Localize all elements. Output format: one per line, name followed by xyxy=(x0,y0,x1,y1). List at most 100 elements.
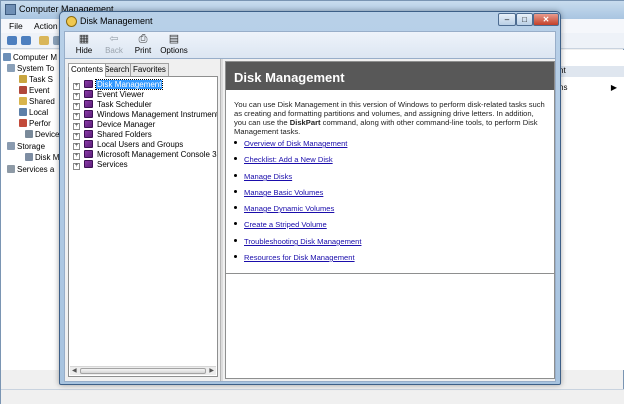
task-scheduler-icon xyxy=(19,75,27,83)
help-body: Contents Search Favorites + Disk Manageme… xyxy=(64,58,556,382)
expand-icon[interactable]: + xyxy=(73,123,80,130)
tree-item[interactable]: Shared xyxy=(19,97,55,108)
tree-item[interactable]: Services a xyxy=(7,165,54,176)
horizontal-scrollbar[interactable]: ◀ ▶ xyxy=(70,366,216,375)
link-manage-dynamic-volumes[interactable]: Manage Dynamic Volumes xyxy=(244,204,334,213)
tree-item-label: Microsoft Management Console 3.0 xyxy=(97,150,218,159)
help-window-title: Disk Management xyxy=(80,16,153,26)
tree-item-services[interactable]: + Services xyxy=(73,160,129,170)
diskpart-term: DiskPart xyxy=(289,118,321,127)
tree-item[interactable]: Device xyxy=(25,130,59,141)
help-icon xyxy=(66,16,77,27)
link-manage-basic-volumes[interactable]: Manage Basic Volumes xyxy=(244,188,323,197)
local-users-icon xyxy=(19,108,27,116)
close-button[interactable]: ✕ xyxy=(533,13,559,26)
printer-icon: ⎙ xyxy=(138,33,148,45)
tree-item[interactable]: System To xyxy=(7,64,54,75)
tree-item[interactable]: Local xyxy=(19,108,48,119)
list-item: Manage Dynamic Volumes xyxy=(234,204,334,214)
expand-icon[interactable]: + xyxy=(73,103,80,110)
options-button[interactable]: ▤ Options xyxy=(157,34,191,58)
shared-folders-icon xyxy=(19,97,27,105)
expand-icon[interactable]: + xyxy=(73,113,80,120)
computer-management-tree: Computer M System To Task S Event Shared… xyxy=(1,50,63,370)
link-create-striped-volume[interactable]: Create a Striped Volume xyxy=(244,220,327,229)
scroll-left-icon[interactable]: ◀ xyxy=(72,367,77,374)
tree-item[interactable]: Computer M xyxy=(3,53,57,64)
scroll-right-icon[interactable]: ▶ xyxy=(209,367,214,374)
book-icon xyxy=(84,80,93,88)
expand-icon[interactable]: + xyxy=(73,83,80,90)
event-viewer-icon xyxy=(19,86,27,94)
tree-item-shared-folders[interactable]: + Shared Folders xyxy=(73,130,153,140)
actions-header: nt xyxy=(557,66,624,77)
scroll-thumb[interactable] xyxy=(80,368,206,374)
expand-arrow-icon[interactable]: ▶ xyxy=(611,83,617,92)
disk-management-help-window: Disk Management – □ ✕ ▦ Hide ⇦ Back ⎙ Pr… xyxy=(59,11,561,385)
bullet-icon xyxy=(234,141,237,144)
minimize-button[interactable]: – xyxy=(498,13,516,26)
bullet-icon xyxy=(234,206,237,209)
tab-contents[interactable]: Contents xyxy=(68,63,107,77)
back-arrow-icon[interactable] xyxy=(7,36,17,45)
bullet-icon xyxy=(234,222,237,225)
back-arrow-icon: ⇦ xyxy=(109,33,119,45)
tree-item-label: Services xyxy=(97,160,128,169)
maximize-button[interactable]: □ xyxy=(516,13,533,26)
expand-icon[interactable]: + xyxy=(73,93,80,100)
disk-management-icon xyxy=(25,153,33,161)
tree-item-mmc[interactable]: + Microsoft Management Console 3.0 xyxy=(73,150,218,160)
tree-item-label: Local Users and Groups xyxy=(97,140,184,149)
book-icon xyxy=(84,150,93,158)
expand-icon[interactable]: + xyxy=(73,163,80,170)
device-manager-icon xyxy=(25,130,33,138)
list-item: Create a Striped Volume xyxy=(234,220,327,230)
pane-splitter[interactable] xyxy=(220,59,223,381)
link-troubleshooting[interactable]: Troubleshooting Disk Management xyxy=(244,237,361,246)
menu-file[interactable]: File xyxy=(9,21,23,31)
list-item: Troubleshooting Disk Management xyxy=(234,237,361,247)
tree-item[interactable]: Event xyxy=(19,86,49,97)
tree-item-device-manager[interactable]: + Device Manager xyxy=(73,120,156,130)
expand-icon[interactable]: + xyxy=(73,153,80,160)
tree-item-disk-management[interactable]: + Disk Management xyxy=(73,79,164,90)
help-toolbar: ▦ Hide ⇦ Back ⎙ Print ▤ Options xyxy=(64,31,556,58)
tools-icon xyxy=(7,64,15,72)
actions-pane: nt ns ▶ xyxy=(556,50,624,370)
tree-item-wmi[interactable]: + Windows Management Instrumentation xyxy=(73,110,217,120)
list-item: Manage Basic Volumes xyxy=(234,188,323,198)
tree-item-event-viewer[interactable]: + Event Viewer xyxy=(73,90,145,100)
tree-item[interactable]: Task S xyxy=(19,75,53,86)
book-icon xyxy=(84,130,93,138)
link-manage-disks[interactable]: Manage Disks xyxy=(244,172,292,181)
hide-button[interactable]: ▦ Hide xyxy=(67,34,101,58)
up-folder-icon[interactable] xyxy=(39,36,49,45)
list-item: Checklist: Add a New Disk xyxy=(234,155,333,165)
help-window-titlebar[interactable]: Disk Management – □ ✕ xyxy=(60,12,560,31)
link-resources[interactable]: Resources for Disk Management xyxy=(244,253,355,262)
tree-item-task-scheduler[interactable]: + Task Scheduler xyxy=(73,100,153,110)
navigation-pane: Contents Search Favorites + Disk Manageme… xyxy=(65,59,220,381)
options-icon: ▤ xyxy=(168,33,180,45)
tab-favorites[interactable]: Favorites xyxy=(130,63,169,76)
expand-icon[interactable]: + xyxy=(73,133,80,140)
bullet-icon xyxy=(234,157,237,160)
link-overview[interactable]: Overview of Disk Management xyxy=(244,139,347,148)
tree-item[interactable]: Disk M xyxy=(25,153,59,164)
expand-icon[interactable]: + xyxy=(73,143,80,150)
forward-arrow-icon[interactable] xyxy=(21,36,31,45)
topic-intro: You can use Disk Management in this vers… xyxy=(234,100,545,136)
bullet-icon xyxy=(234,239,237,242)
tree-item[interactable]: Storage xyxy=(7,142,45,153)
content-divider xyxy=(226,273,554,274)
tree-item[interactable]: Perfor xyxy=(19,119,51,130)
tree-item-local-users[interactable]: + Local Users and Groups xyxy=(73,140,184,150)
book-icon xyxy=(84,100,93,108)
print-button[interactable]: ⎙ Print xyxy=(126,34,160,58)
tree-item-label: Event Viewer xyxy=(97,90,144,99)
tree-item-label: Shared Folders xyxy=(97,130,152,139)
bullet-icon xyxy=(234,174,237,177)
link-checklist-add-disk[interactable]: Checklist: Add a New Disk xyxy=(244,155,333,164)
menu-action[interactable]: Action xyxy=(34,21,58,31)
topic-banner: Disk Management xyxy=(226,62,554,90)
